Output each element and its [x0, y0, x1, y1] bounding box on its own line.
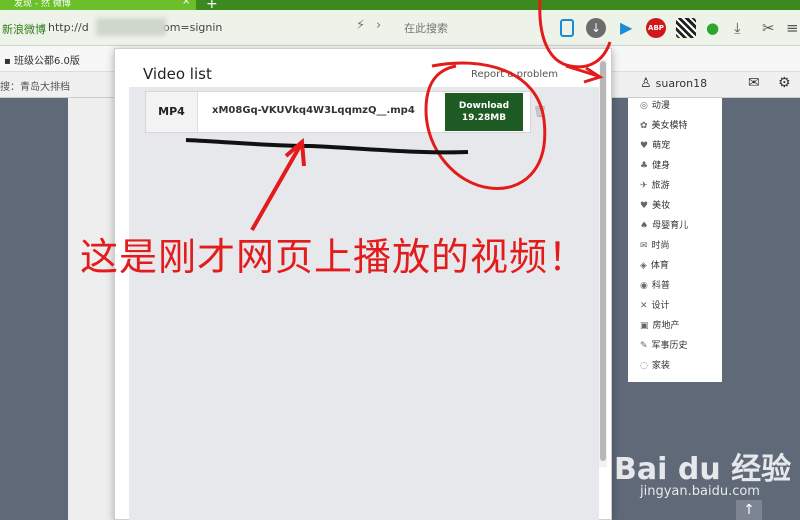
annotation-text: 这是刚才网页上播放的视频！: [80, 235, 588, 279]
circle-annotation: [424, 61, 547, 190]
circle-annotation: [538, 0, 612, 69]
underline-annotation: [185, 138, 469, 155]
arrow-annotation: [250, 145, 302, 231]
watermark-url: jingyan.baidu.com: [640, 484, 760, 499]
watermark-logo: Bai du 经验: [614, 452, 792, 487]
